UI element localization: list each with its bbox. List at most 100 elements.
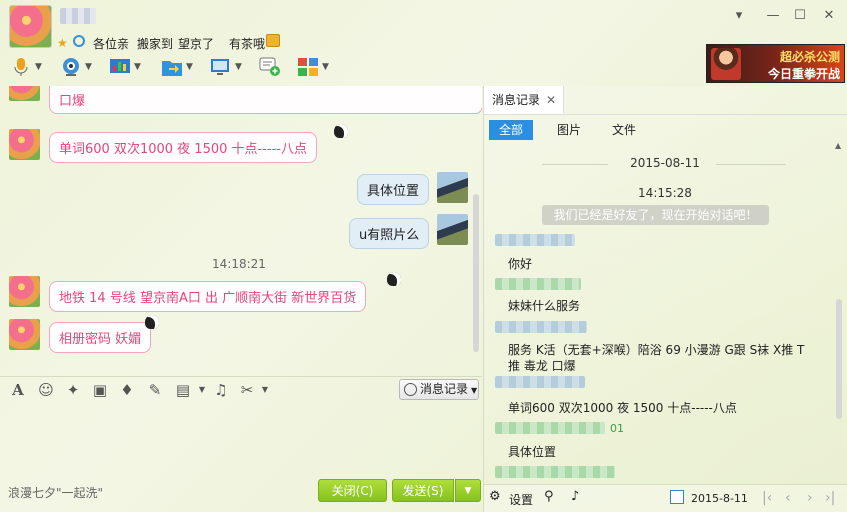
- last-page-icon[interactable]: ›|: [825, 490, 835, 506]
- send-button[interactable]: 发送(S): [392, 479, 454, 502]
- chevron-down-icon[interactable]: ▼: [186, 62, 193, 72]
- signature-part-4: 有茶哦: [229, 37, 266, 51]
- add-message-tool[interactable]: [259, 57, 281, 79]
- message-text: 口爆: [59, 94, 86, 109]
- history-scrollbar-thumb[interactable]: [836, 299, 842, 419]
- microphone-icon: [14, 58, 28, 76]
- chevron-down-icon: ▼: [471, 386, 478, 395]
- chevron-down-icon[interactable]: ▼: [85, 62, 92, 72]
- message-bubble-incoming: 地铁 14 号线 望京南A口 出 广顺南大街 新世界百货: [49, 281, 367, 312]
- screen-share-tool[interactable]: ▼: [109, 57, 141, 79]
- message-bubble-incoming: 单词600 双次1000 夜 1500 十点-----八点: [49, 132, 317, 163]
- file-transfer-tool[interactable]: ▼: [161, 57, 193, 79]
- font-icon[interactable]: A: [9, 381, 27, 399]
- qzone-icon[interactable]: [73, 35, 85, 47]
- scissors-icon[interactable]: ✂: [238, 381, 256, 399]
- chevron-down-icon[interactable]: ▼: [35, 62, 42, 72]
- image-icon[interactable]: ▤: [174, 381, 192, 399]
- history-scrollbar[interactable]: ▲: [834, 141, 844, 481]
- tab-divider: [484, 114, 847, 115]
- settings-label[interactable]: 设置: [509, 491, 533, 508]
- chat-scrollbar-thumb[interactable]: [473, 194, 479, 352]
- format-toolbar: A ☺ ✦ ▣ ♦ ✎ ▤ ▼ ♫ ✂ ▼ 消息记录 ▼: [0, 376, 482, 402]
- history-time: 14:15:28: [638, 186, 692, 200]
- message-text: 地铁 14 号线 望京南A口 出 广顺南大街 新世界百货: [59, 291, 357, 306]
- date-divider-line: [716, 164, 786, 165]
- sender-name-redacted: [495, 376, 585, 388]
- close-button[interactable]: 关闭(C): [318, 479, 387, 502]
- history-footer-date[interactable]: 2015-8-11: [691, 492, 748, 505]
- speaker-icon[interactable]: ♪: [571, 489, 579, 504]
- previous-page-icon[interactable]: ‹: [785, 490, 791, 506]
- contact-avatar-small: [9, 276, 40, 307]
- chat-message-area[interactable]: 口爆 单词600 双次1000 夜 1500 十点-----八点 具体位置 u有…: [0, 86, 482, 374]
- history-message: 服务 K活（无套+深喉）陪浴 69 小漫游 G跟 S袜 X推 T推 毒龙 口爆: [508, 343, 805, 373]
- message-history-panel: 消息记录 ✕ 全部 图片 文件 2015-08-11 14:15:28 我们已经…: [483, 86, 847, 512]
- qq-penguin-icon: [334, 124, 348, 138]
- gear-icon[interactable]: ⚙: [489, 489, 501, 504]
- ad-banner[interactable]: 超必杀公测 今日重拳开战: [706, 44, 845, 83]
- contact-name-redacted: [60, 8, 96, 24]
- message-text: 具体位置: [367, 184, 420, 199]
- apps-icon: [298, 58, 318, 76]
- message-input[interactable]: [0, 402, 482, 478]
- my-avatar-small: [437, 172, 468, 203]
- screenshot-icon[interactable]: ▣: [91, 381, 109, 399]
- message-bubble-incoming: 相册密码 妖媚: [49, 322, 152, 353]
- filter-files[interactable]: 文件: [602, 120, 646, 140]
- filter-all[interactable]: 全部: [489, 120, 534, 140]
- screen-share-icon: [110, 59, 130, 73]
- microphone-tool[interactable]: ▼: [10, 57, 42, 79]
- input-hint-text: 浪漫七夕"一起洗": [8, 486, 104, 500]
- magic-wand-icon[interactable]: ✦: [64, 381, 82, 399]
- close-tab-icon[interactable]: ✕: [546, 86, 556, 114]
- history-message: 你好: [508, 257, 533, 271]
- qq-penguin-icon: [387, 272, 401, 286]
- voice-message-icon[interactable]: ♦: [118, 381, 136, 399]
- first-page-icon[interactable]: |‹: [762, 490, 772, 506]
- message-text: 单词600 双次1000 夜 1500 十点-----八点: [59, 142, 307, 157]
- contact-avatar[interactable]: [9, 5, 52, 48]
- filter-images[interactable]: 图片: [547, 120, 591, 140]
- remote-desktop-tool[interactable]: ▼: [210, 57, 242, 79]
- sender-name-redacted: [495, 422, 605, 434]
- tab-message-history[interactable]: 消息记录 ✕: [484, 86, 564, 114]
- history-date: 2015-08-11: [630, 156, 700, 170]
- date-divider-line: [542, 164, 608, 165]
- chevron-down-icon[interactable]: ▼: [322, 62, 329, 72]
- minimize-icon[interactable]: —: [765, 8, 781, 24]
- calendar-icon[interactable]: [670, 490, 684, 504]
- ad-character-image: [711, 48, 741, 80]
- close-window-icon[interactable]: ✕: [821, 8, 837, 24]
- message-history-button[interactable]: 消息记录 ▼: [399, 379, 479, 400]
- chevron-down-icon[interactable]: ▼: [256, 381, 274, 399]
- emoji-icon[interactable]: ☺: [37, 381, 55, 399]
- history-footer: ⚙ 设置 ⚲ ♪ 2015-8-11 |‹ ‹ › ›|: [484, 484, 847, 512]
- sender-name-redacted: [495, 278, 581, 290]
- signature-part-3: 望京了: [178, 37, 215, 51]
- menu-dropdown-icon[interactable]: ▾: [731, 8, 747, 24]
- my-avatar-small: [437, 214, 468, 245]
- camera-icon: [63, 58, 79, 76]
- message-text: u有照片么: [359, 228, 420, 243]
- tea-icon: [266, 34, 280, 47]
- message-bubble-outgoing: u有照片么: [349, 218, 430, 249]
- qq-penguin-icon: [145, 315, 159, 329]
- chevron-down-icon[interactable]: ▼: [193, 381, 211, 399]
- ad-line-1: 超必杀公测: [779, 50, 840, 64]
- camera-tool[interactable]: ▼: [60, 57, 92, 79]
- file-transfer-icon: [162, 61, 182, 76]
- chevron-down-icon[interactable]: ▼: [235, 62, 242, 72]
- apps-tool[interactable]: ▼: [297, 57, 329, 79]
- next-page-icon[interactable]: ›: [807, 490, 813, 506]
- send-options-chevron-icon[interactable]: ▼: [455, 479, 481, 502]
- search-icon[interactable]: ⚲: [544, 489, 554, 504]
- chevron-down-icon[interactable]: ▼: [134, 62, 141, 72]
- edit-icon[interactable]: ✎: [146, 381, 164, 399]
- music-icon[interactable]: ♫: [212, 381, 230, 399]
- scroll-up-icon[interactable]: ▲: [835, 141, 841, 150]
- ad-line-2: 今日重拳开战: [767, 67, 840, 81]
- message-bubble-outgoing: 具体位置: [357, 174, 430, 205]
- maximize-icon[interactable]: ☐: [792, 8, 808, 24]
- chat-scrollbar[interactable]: [471, 86, 480, 374]
